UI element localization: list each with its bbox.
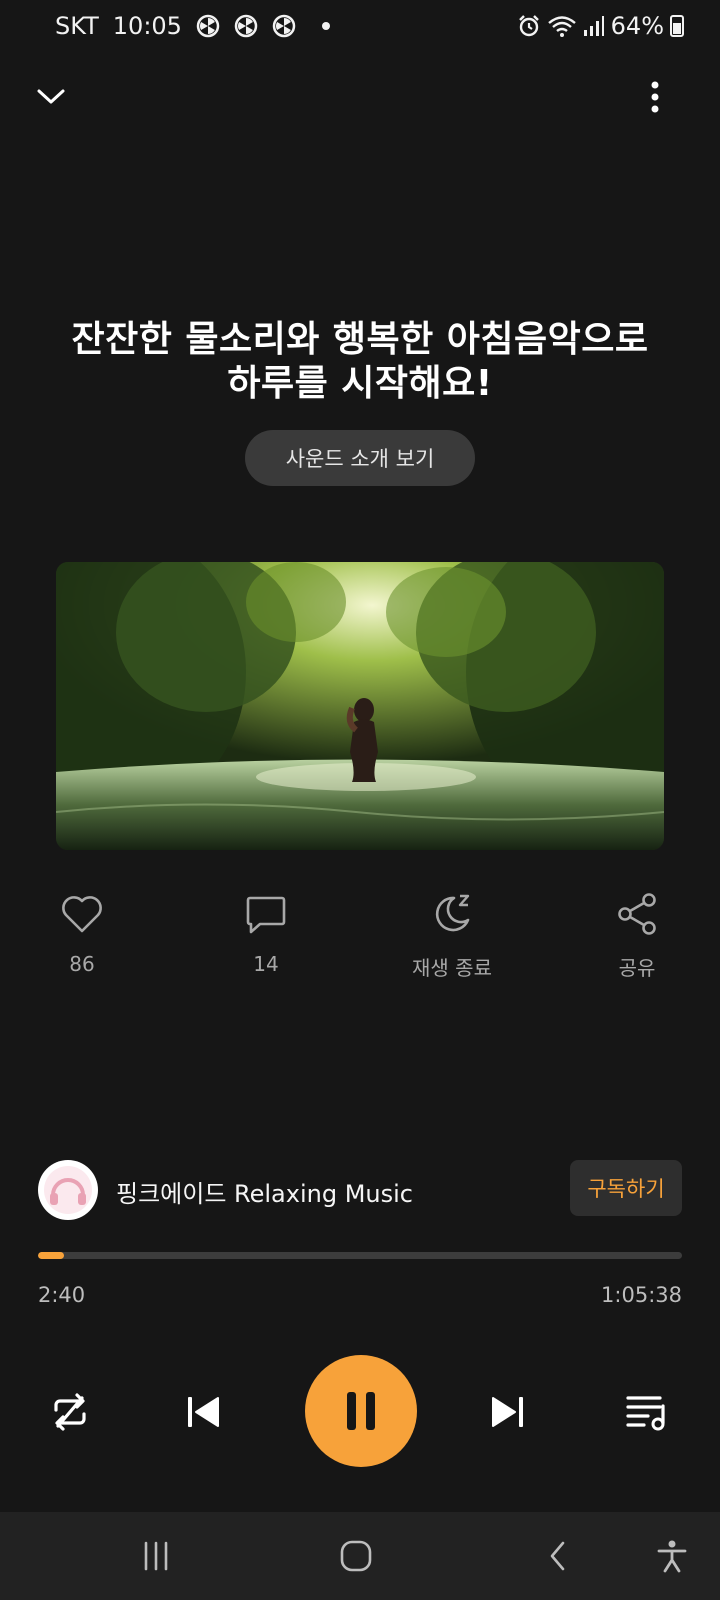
like-count: 86	[69, 952, 95, 976]
elapsed-time: 2:40	[38, 1283, 86, 1307]
sound-title: 잔잔한 물소리와 행복한 아침음악으로 하루를 시작해요!	[40, 318, 680, 406]
pause-button[interactable]	[305, 1355, 417, 1467]
sound-title-line1: 잔잔한 물소리와 행복한 아침음악으로	[71, 319, 649, 360]
playlist-button[interactable]	[618, 1382, 678, 1442]
clock: 10:05	[112, 12, 182, 40]
signal-icon	[583, 16, 604, 36]
pause-icon	[347, 1392, 375, 1430]
fan-icon	[272, 14, 296, 38]
comment-icon	[246, 896, 286, 934]
channel-avatar[interactable]	[38, 1160, 98, 1220]
accessibility-icon	[657, 1540, 687, 1573]
status-bar: SKT 10:05 64%	[0, 0, 720, 52]
repeat-button[interactable]	[40, 1382, 100, 1442]
more-options-button[interactable]	[630, 72, 680, 122]
pink-headphones-logo	[44, 1166, 92, 1214]
repeat-off-icon	[54, 1393, 86, 1431]
playlist-icon	[626, 1396, 665, 1431]
carrier-label: SKT	[55, 12, 99, 40]
playback-progress-bar[interactable]	[38, 1252, 682, 1259]
more-vertical-icon	[651, 81, 659, 113]
recent-apps-icon	[144, 1541, 168, 1571]
recent-apps-button[interactable]	[130, 1530, 182, 1582]
sleep-timer-label: 재생 종료	[412, 956, 492, 980]
skip-previous-icon	[188, 1397, 219, 1427]
share-label: 공유	[618, 956, 656, 980]
alarm-icon	[518, 15, 539, 37]
battery-icon	[670, 15, 684, 37]
cover-artwork	[56, 562, 664, 850]
share-button[interactable]: 공유	[577, 890, 697, 981]
accessibility-button[interactable]	[646, 1530, 698, 1582]
chevron-down-icon	[37, 89, 65, 104]
back-icon	[550, 1541, 565, 1571]
forest-stream-image	[56, 562, 664, 850]
notification-dot-icon	[321, 22, 330, 30]
subscribe-button[interactable]: 구독하기	[570, 1160, 682, 1216]
sound-intro-button[interactable]: 사운드 소개 보기	[245, 430, 475, 486]
share-icon	[618, 893, 656, 935]
heart-icon	[62, 896, 102, 933]
battery-percent: 64%	[610, 12, 664, 40]
fan-icon	[234, 14, 258, 38]
channel-name[interactable]: 핑크에이드 Relaxing Music	[116, 1174, 413, 1209]
comment-count: 14	[253, 952, 279, 976]
like-button[interactable]: 86	[22, 890, 142, 976]
moon-sleep-icon	[435, 894, 470, 932]
comment-button[interactable]: 14	[206, 890, 326, 976]
progress-fill	[38, 1252, 64, 1259]
wifi-icon	[547, 16, 576, 37]
sound-title-line2: 하루를 시작해요!	[227, 363, 493, 404]
collapse-button[interactable]	[26, 72, 76, 122]
home-button[interactable]	[330, 1530, 382, 1582]
player-screen: SKT 10:05 64% 잔잔한 물소리와 행복한 아침음악으로 하루를 시작…	[0, 0, 720, 1600]
system-navigation-bar	[0, 1512, 720, 1600]
skip-next-icon	[492, 1397, 523, 1427]
fan-icon	[196, 14, 220, 38]
total-duration: 1:05:38	[601, 1283, 682, 1307]
previous-track-button[interactable]	[173, 1382, 233, 1442]
sleep-timer-button[interactable]: 재생 종료	[392, 890, 512, 981]
next-track-button[interactable]	[478, 1382, 538, 1442]
back-button[interactable]	[532, 1530, 584, 1582]
home-icon	[340, 1540, 372, 1572]
